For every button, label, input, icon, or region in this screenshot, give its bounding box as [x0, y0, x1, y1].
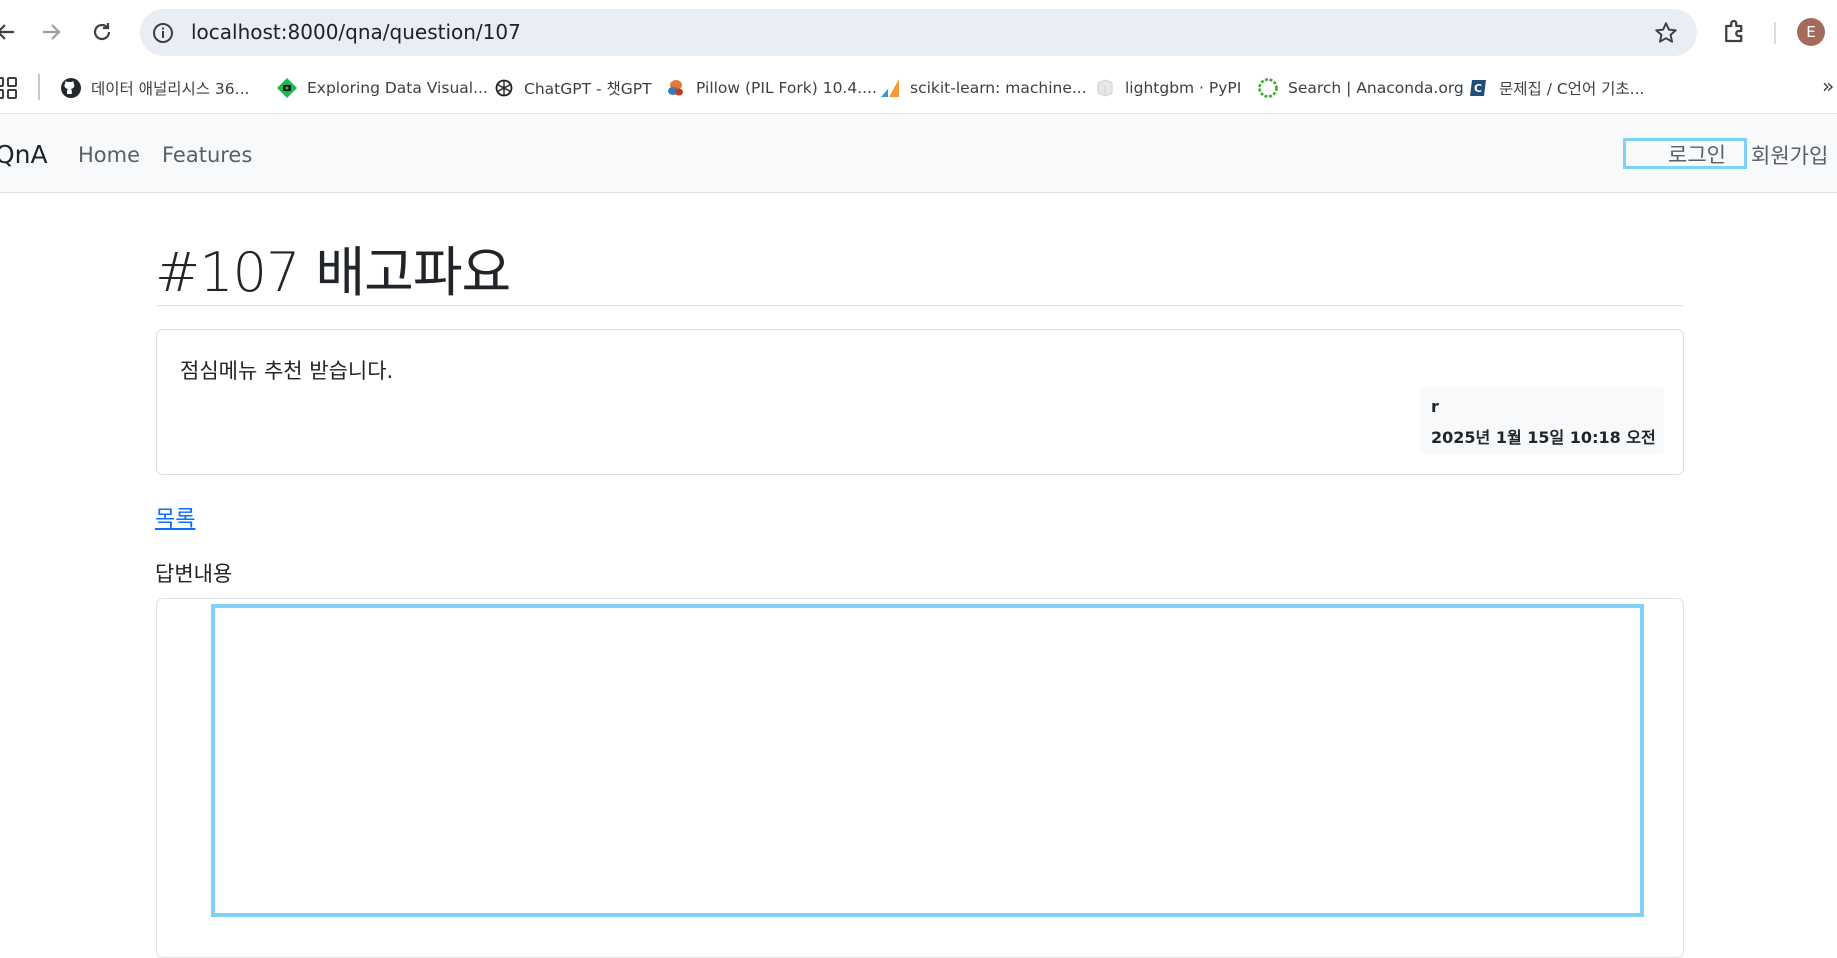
question-author: r — [1431, 397, 1439, 416]
login-link[interactable]: 로그인 — [1623, 138, 1747, 169]
bookmark-star-icon[interactable] — [1653, 20, 1679, 46]
extensions-icon[interactable] — [1720, 16, 1750, 46]
bookmark-item[interactable]: ChatGPT - 챗GPT — [493, 73, 652, 103]
url-host: localhost — [191, 20, 281, 44]
pillow-icon — [665, 77, 687, 99]
question-body: 점심메뉴 추천 받습니다. — [180, 359, 394, 383]
question-card: 점심메뉴 추천 받습니다. r 2025년 1월 15일 10:18 오전 — [156, 329, 1684, 475]
bookmark-label: 데이터 애널리시스 36... — [91, 80, 250, 98]
svg-text:C: C — [1474, 82, 1482, 95]
bookmark-label: Exploring Data Visual... — [307, 79, 488, 97]
site-info-icon[interactable] — [151, 21, 175, 45]
answer-content-textarea[interactable] — [211, 604, 1644, 917]
bookmarks-overflow-icon[interactable]: » — [1822, 74, 1834, 98]
bookmark-label: ChatGPT - 챗GPT — [524, 80, 652, 98]
bookmark-label: lightgbm · PyPI — [1125, 79, 1242, 97]
apps-grid-icon[interactable] — [0, 76, 20, 102]
browser-toolbar: localhost:8000/qna/question/107 E — [0, 0, 1837, 66]
bookmark-item[interactable]: C 문제집 / C언어 기초... — [1468, 73, 1644, 103]
browser-chrome: localhost:8000/qna/question/107 E 데이터 애널… — [0, 0, 1837, 113]
back-icon[interactable] — [0, 18, 20, 46]
bookmark-label: Pillow (PIL Fork) 10.4.... — [696, 79, 877, 97]
bookmark-label: Search | Anaconda.org — [1288, 79, 1464, 97]
navbar-brand[interactable]: QnA — [0, 140, 48, 169]
url-path: :8000/qna/question/107 — [280, 20, 521, 44]
question-date: 2025년 1월 15일 10:18 오전 — [1431, 428, 1656, 447]
bookmarks-divider — [38, 74, 40, 100]
bookmark-item[interactable]: Pillow (PIL Fork) 10.4.... — [665, 73, 877, 103]
url-text[interactable]: localhost:8000/qna/question/107 — [191, 20, 521, 44]
exploring-data-icon — [276, 77, 298, 99]
list-link[interactable]: 목록 — [155, 501, 195, 533]
bookmark-label: scikit-learn: machine... — [910, 79, 1087, 97]
nav-link-home[interactable]: Home — [78, 143, 140, 167]
title-divider — [156, 305, 1684, 306]
bookmark-item[interactable]: scikit-learn: machine... — [879, 73, 1087, 103]
toolbar-divider — [1774, 22, 1776, 44]
question-title: #107 배고파요 — [155, 241, 511, 304]
scikit-learn-icon — [879, 77, 901, 99]
github-icon — [60, 77, 82, 99]
signup-link[interactable]: 회원가입 — [1751, 140, 1828, 170]
bookmark-item[interactable]: lightgbm · PyPI — [1094, 73, 1241, 103]
question-meta-badge: r 2025년 1월 15일 10:18 오전 — [1420, 387, 1664, 454]
forward-icon[interactable] — [37, 18, 65, 46]
openai-icon — [493, 77, 515, 99]
bookmark-item[interactable]: Exploring Data Visual... — [276, 73, 488, 103]
nav-link-features[interactable]: Features — [162, 143, 252, 167]
address-bar[interactable]: localhost:8000/qna/question/107 — [140, 9, 1697, 56]
bookmark-item[interactable]: 데이터 애널리시스 36... — [60, 73, 249, 103]
profile-avatar[interactable]: E — [1797, 18, 1825, 46]
bookmark-label: 문제집 / C언어 기초... — [1499, 80, 1645, 98]
codeup-icon: C — [1468, 77, 1490, 99]
pypi-icon — [1094, 77, 1116, 99]
answer-label: 답변내용 — [155, 562, 233, 586]
bookmark-item[interactable]: Search | Anaconda.org — [1257, 73, 1464, 103]
app-navbar: QnA Home Features 로그인 회원가입 — [0, 113, 1837, 193]
anaconda-icon — [1257, 77, 1279, 99]
reload-icon[interactable] — [88, 18, 116, 46]
